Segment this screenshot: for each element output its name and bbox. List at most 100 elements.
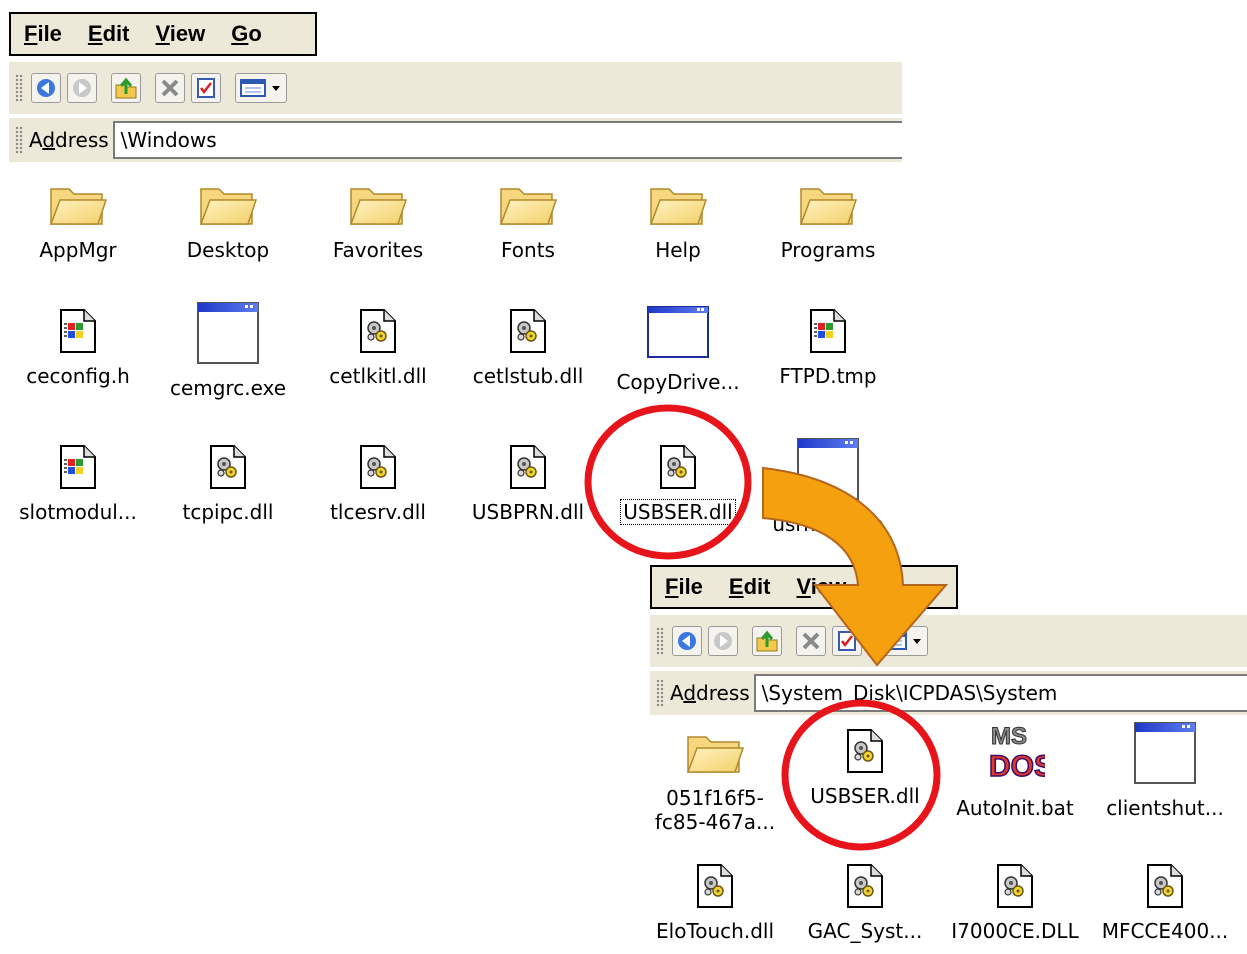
address-grip[interactable] (656, 679, 664, 707)
back-button[interactable] (672, 626, 702, 656)
file-item[interactable]: I7000CE.DLL (940, 855, 1090, 943)
file-item[interactable]: slotmodul... (3, 436, 153, 524)
menu-view[interactable]: View (143, 21, 219, 47)
toolbar-grip[interactable] (656, 627, 664, 655)
file-item[interactable]: Help (603, 172, 753, 262)
menu-file[interactable]: File (652, 574, 716, 600)
file-name-label: CopyDrive... (616, 370, 740, 394)
menu-go[interactable]: Go (859, 574, 916, 600)
menu-edit[interactable]: Edit (75, 21, 143, 47)
views-icon (240, 79, 280, 97)
folder-file-icon (198, 180, 258, 228)
header-file-icon (58, 444, 98, 490)
delete-icon (161, 79, 179, 97)
file-name-label: EloTouch.dll (656, 919, 774, 943)
file-item[interactable]: 051f16f5-fc85-467a... (640, 720, 790, 834)
file-item[interactable]: MFCCE400... (1090, 855, 1240, 943)
menu-edit[interactable]: Edit (716, 574, 784, 600)
explorer-window-system: File Edit View Go Address \System_Disk\I… (650, 565, 1247, 954)
file-item[interactable]: AutoInit.bat (940, 720, 1090, 820)
file-item[interactable]: tlcesrv.dll (303, 436, 453, 524)
file-item[interactable]: EloTouch.dll (640, 855, 790, 943)
file-item[interactable]: tcpipc.dll (153, 436, 303, 524)
file-name-label: 051f16f5-fc85-467a... (654, 786, 776, 834)
menu-go[interactable]: Go (218, 21, 275, 47)
folder-file-icon (48, 180, 108, 228)
views-button[interactable] (235, 73, 287, 103)
file-item[interactable]: cetlstub.dll (453, 300, 603, 388)
menu-bar: File Edit View Go (650, 565, 958, 609)
header-file-icon (808, 308, 848, 354)
file-item[interactable]: cetlkitl.dll (303, 300, 453, 388)
file-name-label: GAC_Syst... (807, 919, 923, 943)
exe2-file-icon (645, 304, 711, 360)
menu-view[interactable]: View (784, 574, 860, 600)
dll-file-icon (995, 863, 1035, 909)
address-grip[interactable] (15, 126, 23, 154)
dll-file-icon (658, 444, 698, 490)
file-name-label: slotmodul... (19, 500, 137, 524)
properties-button[interactable] (832, 626, 862, 656)
folder-file-icon (348, 180, 408, 228)
forward-button[interactable] (708, 626, 738, 656)
address-label: Address (29, 128, 109, 152)
menu-bar: File Edit View Go (9, 12, 317, 56)
file-item[interactable]: Desktop (153, 172, 303, 262)
address-bar: Address \System_Disk\ICPDAS\System (650, 671, 1247, 715)
folder-file-icon (798, 180, 858, 228)
file-item[interactable]: CopyDrive... (603, 300, 753, 394)
file-name-label: AutoInit.bat (956, 796, 1074, 820)
address-input[interactable]: \System_Disk\ICPDAS\System (753, 674, 1247, 712)
file-name-label: Fonts (501, 238, 555, 262)
file-name-label: tlcesrv.dll (330, 500, 426, 524)
file-item[interactable]: usrmgr.exe (753, 436, 903, 536)
file-item[interactable]: clientshut... (1090, 720, 1240, 820)
file-name-label: cetlstub.dll (472, 364, 584, 388)
toolbar (650, 615, 1247, 667)
bat-file-icon (985, 720, 1045, 786)
dll-file-icon (695, 863, 735, 909)
delete-button[interactable] (155, 73, 185, 103)
file-item[interactable]: cemgrc.exe (153, 300, 303, 400)
file-item[interactable]: USBSER.dll (790, 720, 940, 808)
address-label: Address (670, 681, 750, 705)
menu-file[interactable]: File (11, 21, 75, 47)
file-item[interactable]: ceconfig.h (3, 300, 153, 388)
forward-button[interactable] (67, 73, 97, 103)
file-name-label: Help (655, 238, 701, 262)
file-name-label: USBPRN.dll (471, 500, 585, 524)
file-name-label: USBSER.dll (810, 784, 920, 808)
file-item[interactable]: Favorites (303, 172, 453, 262)
header-file-icon (58, 308, 98, 354)
file-name-label: AppMgr (39, 238, 117, 262)
dll-file-icon (358, 308, 398, 354)
file-name-label: cetlkitl.dll (329, 364, 427, 388)
toolbar (9, 62, 902, 114)
address-input[interactable]: \Windows (112, 121, 902, 159)
exe-file-icon (195, 300, 261, 366)
file-item[interactable]: GAC_Syst... (790, 855, 940, 943)
back-icon (37, 79, 55, 97)
file-item[interactable]: AppMgr (3, 172, 153, 262)
file-item[interactable]: Programs (753, 172, 903, 262)
file-item[interactable]: USBSER.dll (603, 436, 753, 525)
delete-button[interactable] (796, 626, 826, 656)
exe-file-icon (795, 436, 861, 502)
up-folder-button[interactable] (111, 73, 141, 103)
file-name-label: tcpipc.dll (182, 500, 274, 524)
file-name-label: I7000CE.DLL (951, 919, 1079, 943)
file-item[interactable]: USBPRN.dll (453, 436, 603, 524)
explorer-window-windows: File Edit View Go Address \Windows AppMg… (0, 0, 902, 560)
file-name-label: Programs (780, 238, 876, 262)
exe-file-icon (1132, 720, 1198, 786)
back-icon (678, 632, 696, 650)
file-item[interactable]: Fonts (453, 172, 603, 262)
properties-button[interactable] (191, 73, 221, 103)
dll-file-icon (845, 728, 885, 774)
toolbar-grip[interactable] (15, 74, 23, 102)
back-button[interactable] (31, 73, 61, 103)
folder-file-icon (685, 728, 745, 776)
up-folder-button[interactable] (752, 626, 782, 656)
views-button[interactable] (876, 626, 928, 656)
file-item[interactable]: FTPD.tmp (753, 300, 903, 388)
